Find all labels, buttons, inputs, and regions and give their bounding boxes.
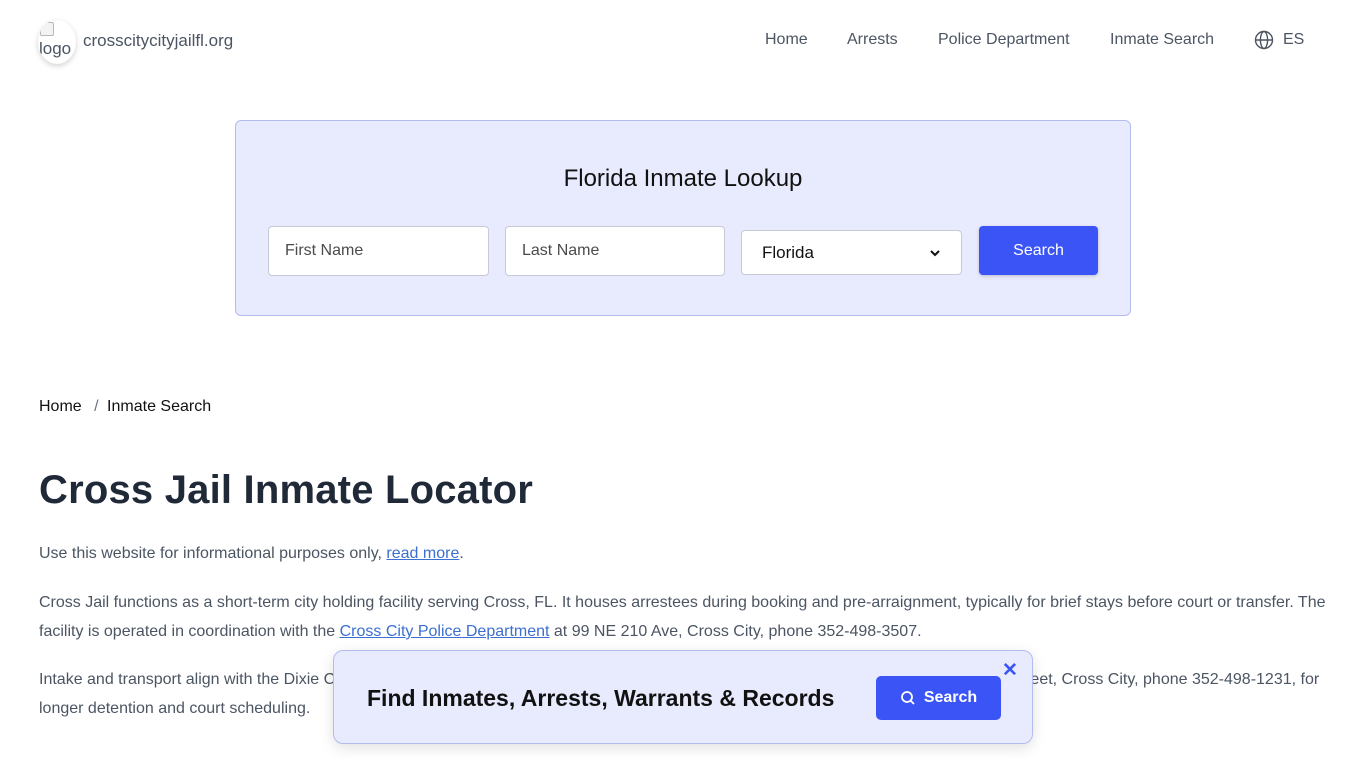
first-name-input[interactable] — [268, 226, 489, 276]
banner-headline: Find Inmates, Arrests, Warrants & Record… — [367, 685, 835, 711]
search-promo-banner: Find Inmates, Arrests, Warrants & Record… — [333, 650, 1033, 744]
facility-paragraph: Cross Jail functions as a short-term cit… — [39, 588, 1339, 646]
broken-image-icon — [40, 22, 54, 36]
chevron-down-icon — [930, 249, 940, 256]
last-name-input[interactable] — [505, 226, 725, 276]
nav-arrests[interactable]: Arrests — [847, 31, 898, 49]
close-icon[interactable]: ✕ — [1002, 661, 1018, 680]
inmate-lookup-panel: Florida Inmate Lookup Florida Search — [235, 120, 1131, 316]
language-label: ES — [1283, 31, 1305, 48]
breadcrumb: Home / Inmate Search — [39, 398, 211, 416]
disclaimer-text: Use this website for informational purpo… — [39, 545, 387, 562]
state-selected-value: Florida — [762, 242, 814, 262]
language-switcher[interactable]: ES — [1254, 30, 1304, 50]
search-icon — [900, 691, 915, 705]
nav-police-department[interactable]: Police Department — [938, 31, 1070, 49]
nav-inmate-search[interactable]: Inmate Search — [1110, 31, 1214, 49]
site-header: logo crosscitycityjailfl.org Home Arrest… — [0, 0, 1366, 84]
breadcrumb-current: Inmate Search — [107, 398, 212, 415]
logo-image[interactable]: logo — [38, 20, 76, 64]
search-button[interactable]: Search — [979, 226, 1098, 275]
police-department-link[interactable]: Cross City Police Department — [340, 623, 550, 640]
read-more-link[interactable]: read more — [386, 545, 459, 562]
globe-icon — [1254, 30, 1274, 50]
banner-search-label: Search — [923, 689, 978, 706]
disclaimer-end: . — [459, 545, 464, 562]
state-select[interactable]: Florida — [741, 230, 962, 275]
breadcrumb-separator: / — [94, 398, 99, 415]
page-title: Cross Jail Inmate Locator — [39, 468, 534, 512]
lookup-title: Florida Inmate Lookup — [563, 165, 803, 192]
breadcrumb-home[interactable]: Home — [39, 398, 82, 415]
logo-alt-text: logo — [39, 39, 72, 58]
disclaimer-paragraph: Use this website for informational purpo… — [39, 539, 1339, 568]
facility-text-after: at 99 NE 210 Ave, Cross City, phone 352-… — [549, 623, 922, 640]
banner-search-button[interactable]: Search — [876, 676, 1001, 720]
nav-home[interactable]: Home — [765, 31, 808, 49]
site-name-link[interactable]: crosscitycityjailfl.org — [83, 31, 233, 51]
